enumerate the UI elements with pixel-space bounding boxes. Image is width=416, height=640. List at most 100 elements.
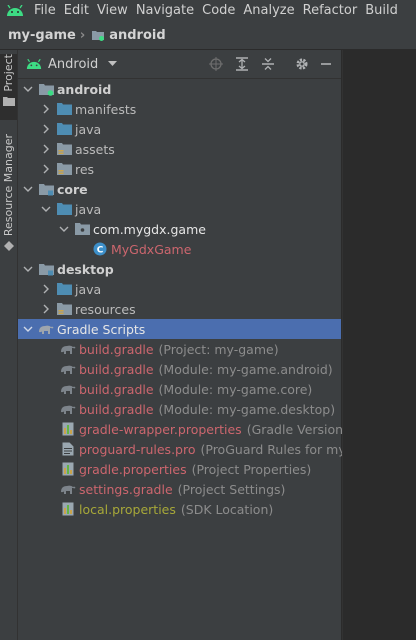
source-folder-icon: [56, 121, 72, 137]
tree-row-build-gradle-core[interactable]: build.gradle (Module: my-game.core): [18, 379, 341, 399]
menu-analyze[interactable]: Analyze: [239, 0, 298, 21]
tree-hint: (Module: my-game.android): [158, 361, 333, 377]
gradle-elephant-icon: [60, 481, 76, 497]
breadcrumb-module[interactable]: android: [91, 27, 166, 43]
tree-row-manifests[interactable]: manifests: [18, 99, 341, 119]
tree-row-core[interactable]: core: [18, 179, 341, 199]
tab-resource-manager[interactable]: Resource Manager: [0, 134, 17, 254]
project-toolbar: Android: [18, 50, 341, 79]
tree-hint: (SDK Location): [180, 501, 274, 517]
resource-folder-icon: [56, 301, 72, 317]
chevron-right-icon[interactable]: [40, 159, 52, 179]
tree-label: java: [75, 121, 102, 137]
chevron-right-icon[interactable]: [40, 99, 52, 119]
chevron-down-icon[interactable]: [58, 219, 70, 239]
tree-row-java[interactable]: java: [18, 279, 341, 299]
gear-icon[interactable]: [294, 56, 310, 72]
text-file-icon: [60, 441, 76, 457]
tree-row-gradle-scripts[interactable]: Gradle Scripts: [18, 319, 341, 339]
tree-label: desktop: [57, 261, 114, 277]
source-folder-icon: [56, 281, 72, 297]
tree-label: build.gradle: [79, 361, 154, 377]
properties-file-icon: [60, 461, 76, 477]
tree-label: android: [57, 81, 112, 97]
tree-label: MyGdxGame: [111, 241, 192, 257]
tree-label: gradle-wrapper.properties: [79, 421, 242, 437]
properties-file-icon: [60, 501, 76, 517]
tree-row-local-properties[interactable]: local.properties (SDK Location): [18, 499, 341, 519]
menu-refactor[interactable]: Refactor: [299, 0, 362, 21]
tree-hint: (Project Properties): [191, 461, 312, 477]
editor-area: [342, 50, 416, 640]
tree-row-java[interactable]: java: [18, 199, 341, 219]
tree-row-mygdxgame[interactable]: C MyGdxGame: [18, 239, 341, 259]
tree-label: settings.gradle: [79, 481, 173, 497]
android-view-icon: [26, 58, 42, 70]
tree-hint: (Module: my-game.core): [158, 381, 313, 397]
breadcrumb-project[interactable]: my-game: [8, 28, 76, 43]
menu-bar: File Edit View Navigate Code Analyze Ref…: [0, 0, 416, 21]
resource-folder-icon: [56, 141, 72, 157]
project-panel: Android android manifests java assets re…: [18, 50, 358, 640]
minimize-icon[interactable]: [318, 56, 334, 72]
chevron-right-icon[interactable]: [40, 139, 52, 159]
android-logo-icon: [0, 4, 30, 17]
tree-row-gradle-properties[interactable]: gradle.properties (Project Properties): [18, 459, 341, 479]
chevron-right-icon[interactable]: [40, 299, 52, 319]
breadcrumb-module-label: android: [109, 27, 166, 43]
project-folder-icon: [2, 96, 15, 106]
menu-file[interactable]: File: [30, 0, 60, 21]
tree-row-gradle-wrapper-properties[interactable]: gradle-wrapper.properties (Gradle Versio…: [18, 419, 348, 439]
menu-view[interactable]: View: [93, 0, 132, 21]
tree-label: manifests: [75, 101, 137, 117]
chevron-right-icon[interactable]: [40, 279, 52, 299]
menu-build[interactable]: Build: [361, 0, 402, 21]
tool-window-strip: Project Resource Manager: [0, 50, 18, 640]
gradle-elephant-icon: [60, 381, 76, 397]
tree-hint: (Module: my-game.desktop): [158, 401, 336, 417]
chevron-down-icon[interactable]: [22, 319, 34, 339]
properties-file-icon: [60, 421, 76, 437]
chevron-down-icon[interactable]: [22, 179, 34, 199]
tree-label: gradle.properties: [79, 461, 187, 477]
gradle-elephant-icon: [60, 401, 76, 417]
tree-row-build-gradle-project[interactable]: build.gradle (Project: my-game): [18, 339, 341, 359]
chevron-down-icon[interactable]: [22, 259, 34, 279]
tree-row-build-gradle-android[interactable]: build.gradle (Module: my-game.android): [18, 359, 341, 379]
project-tree: android manifests java assets res core j…: [18, 79, 358, 519]
tree-row-java[interactable]: java: [18, 119, 341, 139]
chevron-right-icon[interactable]: [40, 119, 52, 139]
tree-row-proguard-rules[interactable]: proguard-rules.pro (ProGuard Rules for m…: [18, 439, 358, 459]
breadcrumb-separator-icon: ›: [79, 27, 86, 43]
collapse-all-icon[interactable]: [260, 56, 276, 72]
tree-label: local.properties: [79, 501, 176, 517]
chevron-down-icon[interactable]: [22, 79, 34, 99]
tree-row-desktop[interactable]: desktop: [18, 259, 341, 279]
tree-row-android[interactable]: android: [18, 79, 341, 99]
tree-hint: (Gradle Version): [246, 421, 348, 437]
tree-row-build-gradle-desktop[interactable]: build.gradle (Module: my-game.desktop): [18, 399, 341, 419]
tree-row-settings-gradle[interactable]: settings.gradle (Project Settings): [18, 479, 341, 499]
tab-project[interactable]: Project: [0, 54, 17, 120]
menu-code[interactable]: Code: [198, 0, 239, 21]
tree-row-assets[interactable]: assets: [18, 139, 341, 159]
chevron-down-icon[interactable]: [40, 199, 52, 219]
tree-label: res: [75, 161, 95, 177]
locate-icon[interactable]: [208, 56, 224, 72]
menu-edit[interactable]: Edit: [60, 0, 93, 21]
module-folder-icon: [38, 81, 54, 97]
chevron-down-icon: [108, 61, 118, 67]
tab-resource-manager-label: Resource Manager: [2, 134, 15, 237]
tree-row-package[interactable]: com.mygdx.game: [18, 219, 341, 239]
tree-row-res[interactable]: res: [18, 159, 341, 179]
tree-label: Gradle Scripts: [57, 321, 146, 337]
tree-label: proguard-rules.pro: [79, 441, 196, 457]
expand-all-icon[interactable]: [234, 56, 250, 72]
module-folder-icon: [91, 28, 105, 42]
menu-navigate[interactable]: Navigate: [132, 0, 198, 21]
tree-row-resources[interactable]: resources: [18, 299, 341, 319]
gradle-elephant-icon: [60, 361, 76, 377]
svg-text:C: C: [97, 246, 104, 256]
view-mode-dropdown[interactable]: Android: [26, 57, 118, 72]
tree-label: com.mygdx.game: [93, 221, 206, 237]
